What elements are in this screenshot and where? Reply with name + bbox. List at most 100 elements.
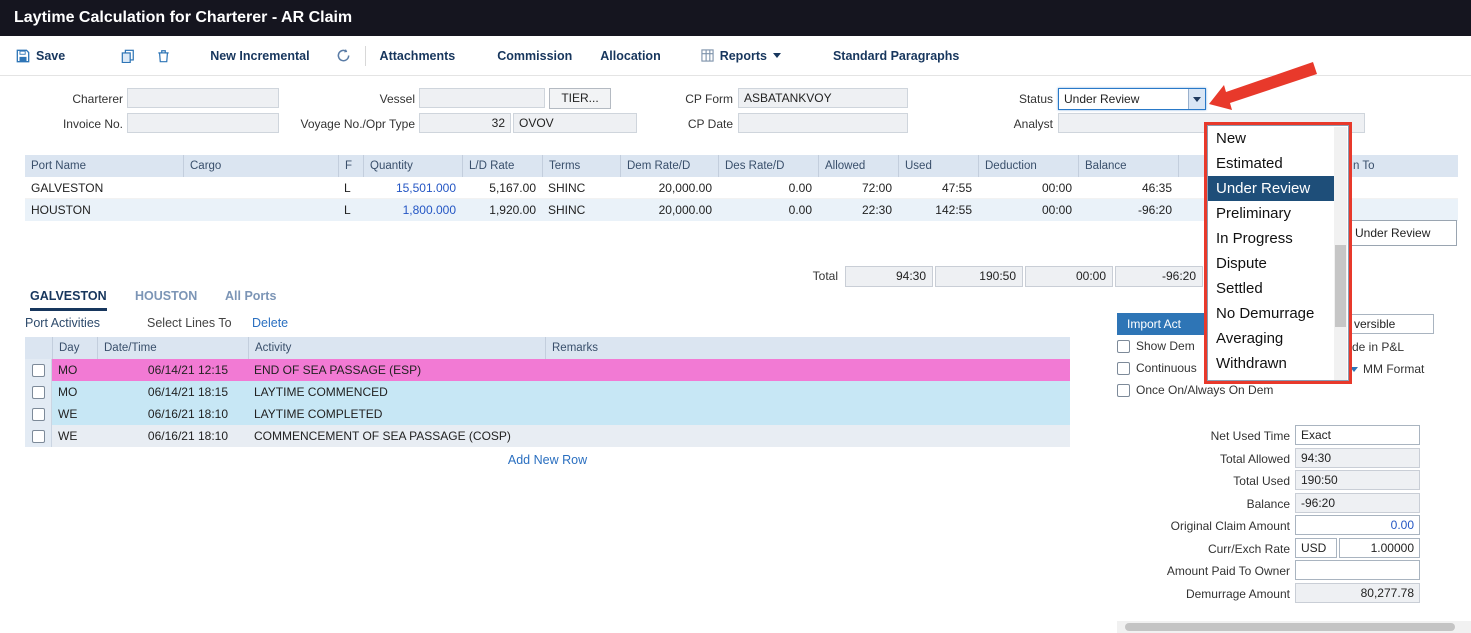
col-balance: Balance <box>1078 155 1178 177</box>
cell-dem-rate: 20,000.00 <box>620 199 718 221</box>
status-value: Under Review <box>1064 92 1139 106</box>
cell-f: L <box>338 177 363 199</box>
report-grid-icon <box>701 49 714 62</box>
continuous-checkbox[interactable] <box>1117 362 1130 375</box>
row-select-cell <box>25 425 52 447</box>
horizontal-scrollbar-thumb[interactable] <box>1125 623 1455 631</box>
save-icon <box>16 49 30 63</box>
tab-galveston[interactable]: GALVESTON <box>30 289 107 311</box>
status-label: Status <box>960 91 1053 107</box>
activity-row[interactable]: MO 06/14/21 18:15 LAYTIME COMMENCED <box>25 381 1070 403</box>
cell-quantity-link[interactable]: 15,501.000 <box>363 177 462 199</box>
allocation-button[interactable]: Allocation <box>600 49 660 63</box>
invoice-no-label: Invoice No. <box>20 116 123 132</box>
row-select-cell <box>25 381 52 403</box>
port-activities-label: Port Activities <box>25 316 100 330</box>
cell-balance: 46:35 <box>1078 177 1178 199</box>
col-quantity: Quantity <box>363 155 462 177</box>
total-allowed: 94:30 <box>845 266 933 287</box>
cell-terms: SHINC <box>542 177 620 199</box>
row-checkbox[interactable] <box>32 386 45 399</box>
status-select[interactable]: Under Review <box>1058 88 1206 110</box>
cell-quantity-link[interactable]: 1,800.000 <box>363 199 462 221</box>
delete-lines-link[interactable]: Delete <box>252 316 288 330</box>
continuous-label: Continuous <box>1136 361 1197 375</box>
hhmm-format-row[interactable]: MM Format <box>1350 362 1424 376</box>
balance-label: Balance <box>1060 496 1290 512</box>
original-claim-label: Original Claim Amount <box>1060 518 1290 534</box>
tab-houston[interactable]: HOUSTON <box>135 289 197 308</box>
cell-balance: -96:20 <box>1078 199 1178 221</box>
attachments-button[interactable]: Attachments <box>380 49 456 63</box>
show-dem-checkbox[interactable] <box>1117 340 1130 353</box>
cell-des-rate: 0.00 <box>718 177 818 199</box>
charterer-label: Charterer <box>20 91 123 107</box>
demurrage-amount-label: Demurrage Amount <box>1060 586 1290 602</box>
activity-row[interactable]: WE 06/16/21 18:10 COMMENCEMENT OF SEA PA… <box>25 425 1070 447</box>
select-lines-to-label: Select Lines To <box>147 316 232 330</box>
total-used-field: 190:50 <box>1295 470 1420 490</box>
copy-button[interactable] <box>121 49 135 63</box>
row-checkbox[interactable] <box>32 430 45 443</box>
net-used-time-label: Net Used Time <box>1060 428 1290 444</box>
once-on-checkbox-row: Once On/Always On Dem <box>1117 382 1273 398</box>
col-select <box>25 337 52 359</box>
add-new-row-link[interactable]: Add New Row <box>508 453 587 467</box>
dropdown-option-withdrawn[interactable]: Withdrawn <box>1208 351 1335 376</box>
col-remarks: Remarks <box>545 337 1070 359</box>
total-allowed-label: Total Allowed <box>1060 451 1290 467</box>
new-incremental-label: New Incremental <box>210 49 309 63</box>
net-used-time-field[interactable]: Exact <box>1295 425 1420 445</box>
new-incremental-button[interactable]: New Incremental <box>210 49 309 63</box>
currency-field[interactable]: USD <box>1295 538 1337 558</box>
commission-button[interactable]: Commission <box>497 49 572 63</box>
vessel-label: Vessel <box>300 91 415 107</box>
dropdown-scrollbar[interactable] <box>1334 127 1347 381</box>
col-datetime: Date/Time <box>97 337 248 359</box>
cell-port: GALVESTON <box>25 177 183 199</box>
dropdown-option-settled[interactable]: Settled <box>1208 276 1335 301</box>
activity-row[interactable]: WE 06/16/21 18:10 LAYTIME COMPLETED <box>25 403 1070 425</box>
col-allowed: Allowed <box>818 155 898 177</box>
tier-button[interactable]: TIER... <box>549 88 611 109</box>
refresh-button[interactable] <box>336 48 351 63</box>
dropdown-option-estimated[interactable]: Estimated <box>1208 151 1335 176</box>
horizontal-scrollbar[interactable] <box>1117 621 1471 633</box>
row-checkbox[interactable] <box>32 364 45 377</box>
amount-paid-label: Amount Paid To Owner <box>1060 563 1290 579</box>
col-des-rate: Des Rate/D <box>718 155 818 177</box>
reversible-field[interactable]: versible <box>1348 314 1434 334</box>
tab-all-ports[interactable]: All Ports <box>225 289 276 308</box>
reports-button[interactable]: Reports <box>701 49 781 63</box>
dropdown-option-dispute[interactable]: Dispute <box>1208 251 1335 276</box>
dropdown-option-in-progress[interactable]: In Progress <box>1208 226 1335 251</box>
dropdown-option-new[interactable]: New <box>1208 126 1335 151</box>
delete-button[interactable] <box>157 49 170 63</box>
dropdown-option-averaging[interactable]: Averaging <box>1208 326 1335 351</box>
activity-row[interactable]: MO 06/14/21 12:15 END OF SEA PASSAGE (ES… <box>25 359 1070 381</box>
voyage-opr-label: Voyage No./Opr Type <box>280 116 415 132</box>
analyst-label: Analyst <box>960 116 1053 132</box>
cell-remarks <box>545 381 1070 403</box>
exch-rate-field[interactable]: 1.00000 <box>1339 538 1420 558</box>
dropdown-scrollbar-thumb[interactable] <box>1335 245 1346 327</box>
refresh-icon <box>336 48 351 63</box>
row-checkbox[interactable] <box>32 408 45 421</box>
commission-label: Commission <box>497 49 572 63</box>
standard-paragraphs-button[interactable]: Standard Paragraphs <box>833 49 959 63</box>
cell-activity: LAYTIME COMMENCED <box>248 381 545 403</box>
demurrage-amount-field: 80,277.78 <box>1295 583 1420 603</box>
once-on-checkbox[interactable] <box>1117 384 1130 397</box>
cp-form-input: ASBATANKVOY <box>738 88 908 108</box>
save-button[interactable]: Save <box>16 49 65 63</box>
dropdown-option-no-demurrage[interactable]: No Demurrage <box>1208 301 1335 326</box>
amount-paid-field[interactable] <box>1295 560 1420 580</box>
dropdown-option-under-review[interactable]: Under Review <box>1208 176 1335 201</box>
original-claim-field[interactable]: 0.00 <box>1295 515 1420 535</box>
activities-table: Day Date/Time Activity Remarks MO 06/14/… <box>25 337 1070 447</box>
col-dem-rate: Dem Rate/D <box>620 155 718 177</box>
cell-remarks <box>545 359 1070 381</box>
cell-activity: LAYTIME COMPLETED <box>248 403 545 425</box>
cell-activity: COMMENCEMENT OF SEA PASSAGE (COSP) <box>248 425 545 447</box>
dropdown-option-preliminary[interactable]: Preliminary <box>1208 201 1335 226</box>
